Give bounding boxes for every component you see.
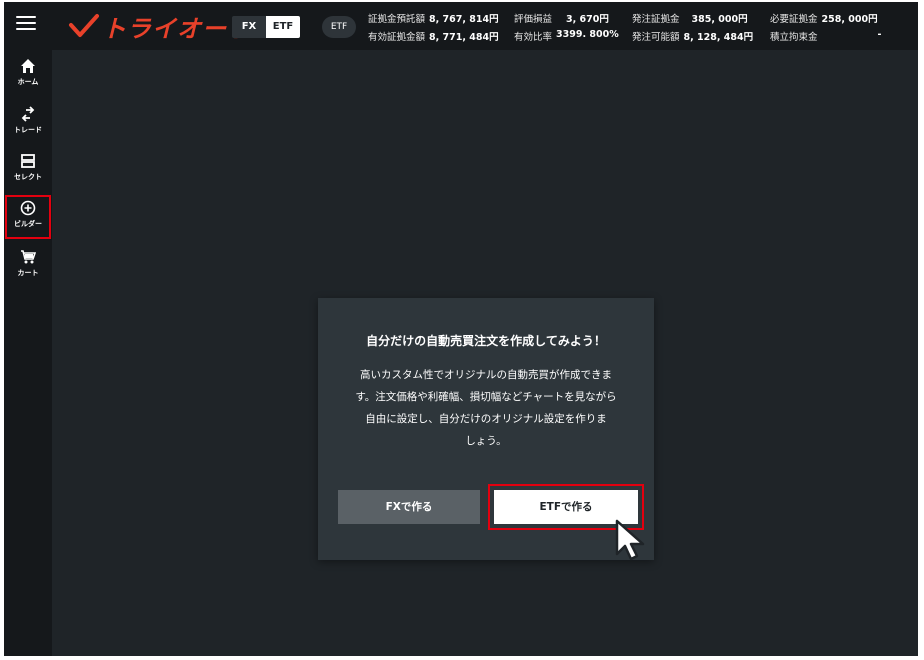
- logo-text: トライオート: [102, 14, 252, 43]
- stat-pl: 評価損益 3, 670円: [514, 14, 609, 25]
- dialog-body-line: しょう。: [465, 435, 507, 447]
- plus-circle-icon: [20, 200, 36, 216]
- account-stats: 証拠金預託額 8, 767, 814円 評価損益 3, 670円 発注証拠金 3…: [368, 9, 881, 45]
- stat-order-margin: 発注証拠金 385, 000円: [632, 14, 748, 25]
- trade-arrows-icon: [21, 106, 35, 122]
- app-window: トライオート FX ETF ETF 証拠金預託額 8, 767, 814円 評価…: [4, 2, 918, 656]
- sidebar: ホーム トレード セレクト ビルダー カート: [4, 50, 52, 656]
- hamburger-menu-icon[interactable]: [16, 16, 36, 36]
- select-icon: [21, 154, 35, 168]
- dialog-title: 自分だけの自動売買注文を作成してみよう！: [366, 334, 606, 348]
- sidebar-item-select[interactable]: セレクト: [6, 149, 50, 191]
- dialog-body-line: 自由に設定し、自分だけのオリジナル設定を作りま: [365, 413, 607, 425]
- sidebar-item-home[interactable]: ホーム: [6, 54, 50, 96]
- etf-badge[interactable]: ETF: [322, 16, 356, 38]
- sidebar-item-builder[interactable]: ビルダー: [5, 195, 51, 239]
- stat-available: 発注可能額 8, 128, 484円: [632, 32, 754, 43]
- stat-deposit: 証拠金預託額 8, 767, 814円: [368, 14, 499, 25]
- sidebar-item-cart[interactable]: カート: [6, 245, 50, 287]
- stat-reserve: 積立拘束金 -: [770, 29, 882, 43]
- mouse-pointer-icon: [615, 519, 645, 561]
- create-fx-button[interactable]: FXで作る: [338, 490, 480, 524]
- stat-effective-ratio: 有効比率 3399. 800%: [514, 29, 619, 43]
- dialog-body-line: す。注文価格や利確幅、損切幅などチャートを見ながら: [355, 391, 617, 403]
- stat-required-margin: 必要証拠金 258, 000円: [770, 14, 878, 25]
- logo-check-icon: [69, 14, 99, 37]
- toggle-etf[interactable]: ETF: [266, 16, 300, 38]
- cart-icon: [21, 250, 36, 264]
- stats-row-1: 証拠金預託額 8, 767, 814円 評価損益 3, 670円 発注証拠金 3…: [368, 9, 881, 27]
- dialog-body: 高いカスタム性でオリジナルの自動売買が作成できま す。注文価格や利確幅、損切幅な…: [338, 364, 634, 452]
- home-icon: [21, 59, 35, 73]
- toggle-fx[interactable]: FX: [232, 16, 266, 38]
- logo[interactable]: トライオート: [68, 12, 252, 43]
- builder-intro-dialog: 自分だけの自動売買注文を作成してみよう！ 高いカスタム性でオリジナルの自動売買が…: [318, 298, 654, 560]
- header-bar: トライオート FX ETF ETF 証拠金預託額 8, 767, 814円 評価…: [4, 2, 918, 50]
- product-toggle: FX ETF: [232, 16, 300, 38]
- sidebar-item-trade[interactable]: トレード: [6, 102, 50, 144]
- dialog-body-line: 高いカスタム性でオリジナルの自動売買が作成できま: [360, 369, 612, 381]
- stats-row-2: 有効証拠金額 8, 771, 484円 有効比率 3399. 800% 発注可能…: [368, 27, 881, 45]
- stat-effective-margin: 有効証拠金額 8, 771, 484円: [368, 32, 499, 43]
